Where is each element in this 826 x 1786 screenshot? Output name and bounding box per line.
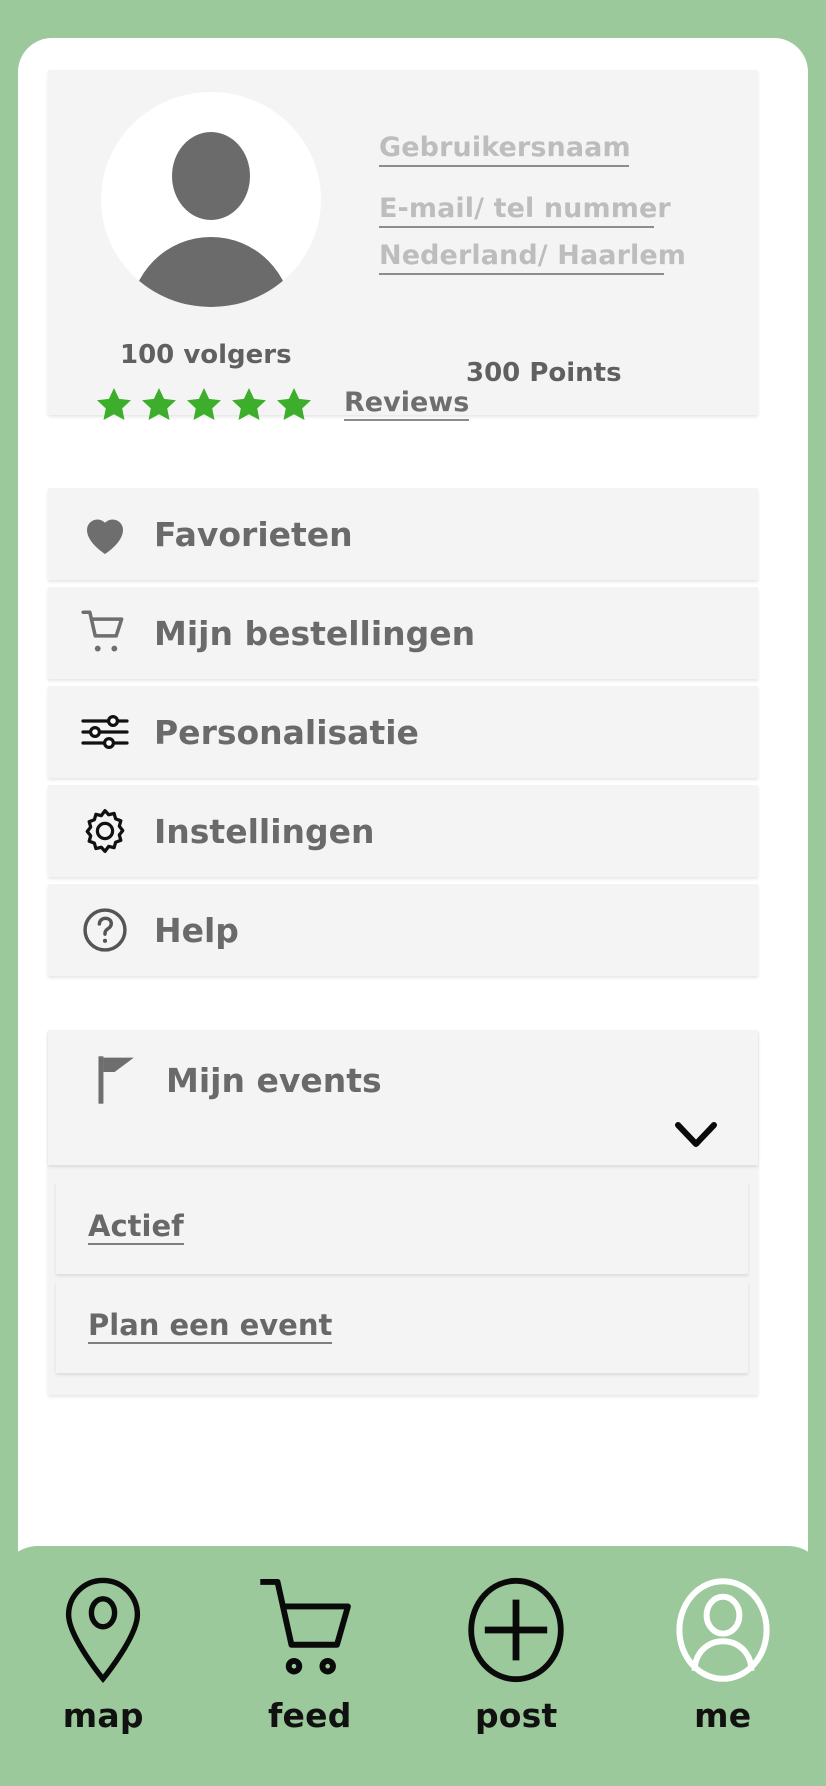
events-subitem-label: Actief [88, 1210, 184, 1246]
nav-item-me[interactable]: me [638, 1574, 808, 1735]
events-subitem-label: Plan een event [88, 1309, 333, 1345]
nav-item-post[interactable]: post [431, 1574, 601, 1735]
points-count: 300 Points [466, 358, 622, 388]
menu-item-bestellingen[interactable]: Mijn bestellingen [48, 587, 758, 679]
nav-item-label: map [62, 1696, 144, 1735]
user-circle-icon [671, 1574, 775, 1686]
star-icon [277, 388, 311, 421]
menu-item-favorieten[interactable]: Favorieten [48, 488, 758, 580]
menu-item-label: Favorieten [154, 514, 353, 554]
username-field[interactable]: Gebruikersnaam [379, 132, 631, 167]
star-icon [97, 388, 131, 421]
contact-field[interactable]: E-mail/ tel nummer [379, 193, 671, 228]
star-rating[interactable] [92, 384, 316, 426]
avatar-body-shape [130, 237, 292, 307]
app-screen: Gebruikersnaam E-mail/ tel nummer Nederl… [18, 38, 808, 1748]
events-subitem-plan-een-event[interactable]: Plan een event [56, 1281, 748, 1373]
followers-count: 100 volgers [120, 340, 292, 370]
nav-item-label: me [694, 1696, 752, 1735]
rating-row: Reviews [92, 384, 470, 426]
events-header-label: Mijn events [166, 1060, 382, 1100]
phone-frame: Gebruikersnaam E-mail/ tel nummer Nederl… [0, 0, 826, 1786]
menu-item-label: Instellingen [154, 811, 375, 851]
flag-icon [72, 1052, 162, 1108]
sliders-icon [60, 710, 150, 754]
chevron-down-icon[interactable] [672, 1119, 720, 1151]
menu-item-label: Mijn bestellingen [154, 613, 476, 653]
menu-item-label: Help [154, 910, 239, 950]
events-header-inner: Mijn events [60, 1052, 382, 1108]
menu-item-instellingen[interactable]: Instellingen [48, 785, 758, 877]
reviews-link[interactable]: Reviews [344, 388, 470, 421]
events-subitem-actief[interactable]: Actief [56, 1182, 748, 1274]
bottom-navigation-bar: map feed post me [0, 1546, 826, 1786]
star-icon [232, 388, 266, 421]
nav-item-map[interactable]: map [18, 1574, 188, 1735]
avatar-head-shape [172, 132, 250, 220]
menu-item-help[interactable]: Help [48, 884, 758, 976]
plus-circle-icon [462, 1574, 570, 1686]
menu-item-personalisatie[interactable]: Personalisatie [48, 686, 758, 778]
nav-item-feed[interactable]: feed [225, 1574, 395, 1735]
shopping-cart-icon [251, 1574, 369, 1686]
star-icon [187, 388, 221, 421]
gear-icon [60, 805, 150, 857]
nav-item-label: feed [267, 1696, 352, 1735]
profile-card: Gebruikersnaam E-mail/ tel nummer Nederl… [48, 70, 758, 421]
menu-item-label: Personalisatie [154, 712, 419, 752]
map-pin-icon [55, 1574, 151, 1686]
heart-icon [60, 512, 150, 556]
events-header[interactable]: Mijn events [48, 1030, 758, 1165]
question-circle-icon [60, 904, 150, 956]
star-icon [142, 388, 176, 421]
nav-item-label: post [474, 1696, 558, 1735]
location-field[interactable]: Nederland/ Haarlem [379, 240, 686, 275]
avatar[interactable] [101, 92, 321, 307]
shopping-cart-icon [60, 606, 150, 660]
